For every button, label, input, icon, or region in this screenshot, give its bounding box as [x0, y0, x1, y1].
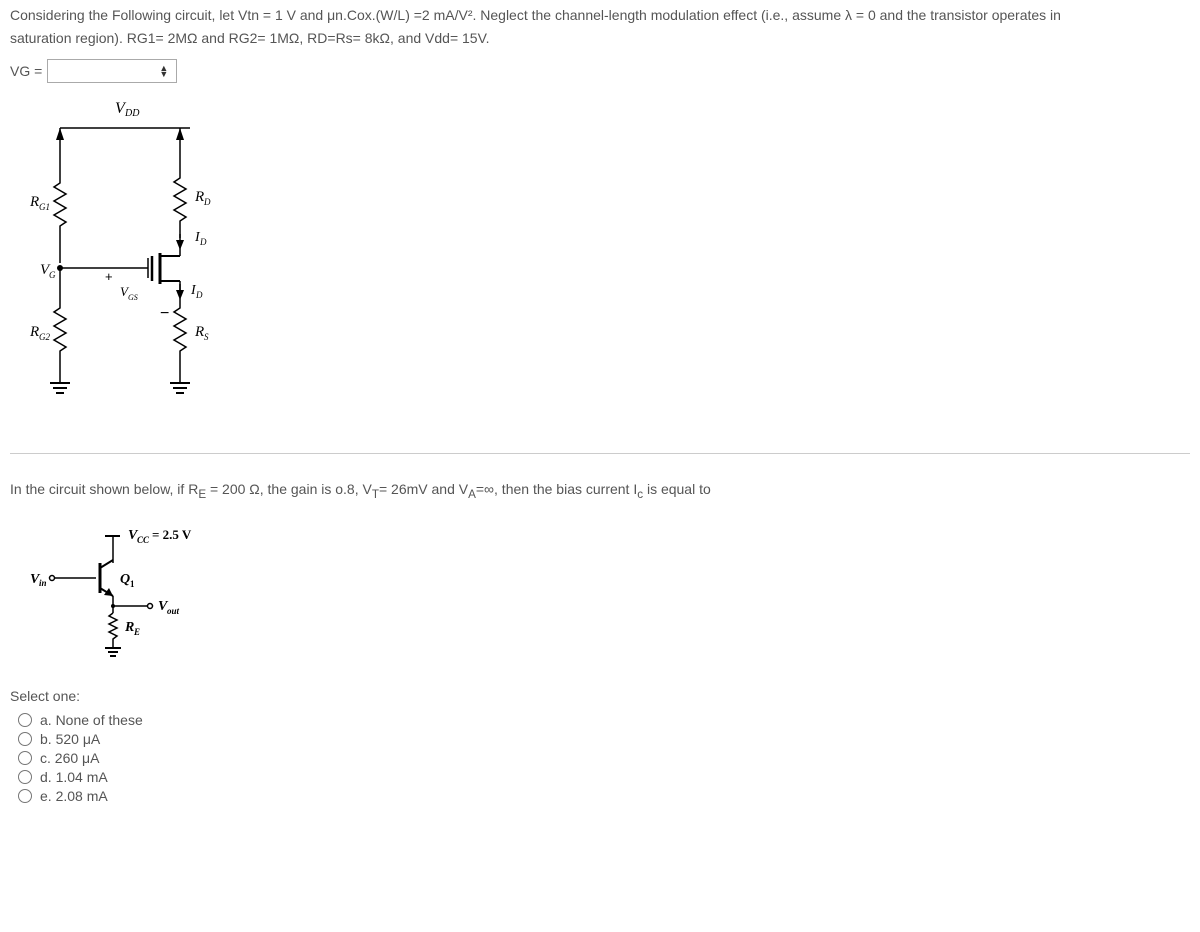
radio-c[interactable]	[18, 751, 32, 765]
radio-e[interactable]	[18, 789, 32, 803]
option-d[interactable]: d. 1.04 mA	[18, 769, 1190, 785]
option-c[interactable]: c. 260 μA	[18, 750, 1190, 766]
option-c-label: c. 260 μA	[40, 750, 99, 766]
svg-text:DD: DD	[124, 108, 140, 119]
select-one-label: Select one:	[10, 688, 1190, 704]
svg-text:1: 1	[130, 579, 135, 589]
svg-text:in: in	[39, 578, 47, 588]
select-arrows-icon: ▲ ▼	[159, 65, 168, 77]
question1-text-line1: Considering the Following circuit, let V…	[10, 5, 1190, 26]
svg-text:E: E	[133, 627, 140, 637]
svg-text:G2: G2	[39, 332, 50, 342]
svg-text:CC: CC	[137, 535, 150, 545]
separator	[10, 453, 1190, 454]
svg-text:D: D	[199, 237, 207, 247]
svg-text:G1: G1	[39, 202, 50, 212]
svg-text:R: R	[29, 194, 39, 210]
svg-text:R: R	[194, 324, 204, 340]
question1-text-line2: saturation region). RG1= 2MΩ and RG2= 1M…	[10, 28, 1190, 49]
question2-text: In the circuit shown below, if RE = 200 …	[10, 479, 1190, 503]
svg-text:R: R	[194, 189, 204, 205]
vg-select[interactable]: ▲ ▼	[47, 59, 177, 83]
option-a[interactable]: a. None of these	[18, 712, 1190, 728]
vg-input-row: VG = ▲ ▼	[10, 59, 1190, 83]
svg-text:= 2.5 V: = 2.5 V	[152, 527, 192, 542]
svg-text:−: −	[160, 305, 169, 322]
option-d-label: d. 1.04 mA	[40, 769, 108, 785]
svg-text:R: R	[29, 324, 39, 340]
svg-text:+: +	[105, 269, 113, 284]
option-b-label: b. 520 μA	[40, 731, 100, 747]
radio-a[interactable]	[18, 713, 32, 727]
vg-label: VG =	[10, 63, 42, 79]
svg-text:R: R	[124, 620, 134, 635]
circuit2-diagram: V CC = 2.5 V V in Q 1 V out R E	[30, 518, 230, 668]
svg-text:out: out	[167, 606, 180, 616]
svg-text:G: G	[49, 270, 56, 280]
radio-b[interactable]	[18, 732, 32, 746]
radio-d[interactable]	[18, 770, 32, 784]
option-e[interactable]: e. 2.08 mA	[18, 788, 1190, 804]
circuit1-diagram: V DD R G1 V G R G2 R D I D	[20, 98, 240, 418]
svg-text:S: S	[204, 332, 209, 342]
svg-text:D: D	[203, 197, 211, 207]
option-e-label: e. 2.08 mA	[40, 788, 108, 804]
option-a-label: a. None of these	[40, 712, 143, 728]
option-b[interactable]: b. 520 μA	[18, 731, 1190, 747]
svg-text:Q: Q	[120, 572, 130, 587]
svg-text:GS: GS	[128, 293, 138, 302]
svg-text:D: D	[195, 290, 203, 300]
